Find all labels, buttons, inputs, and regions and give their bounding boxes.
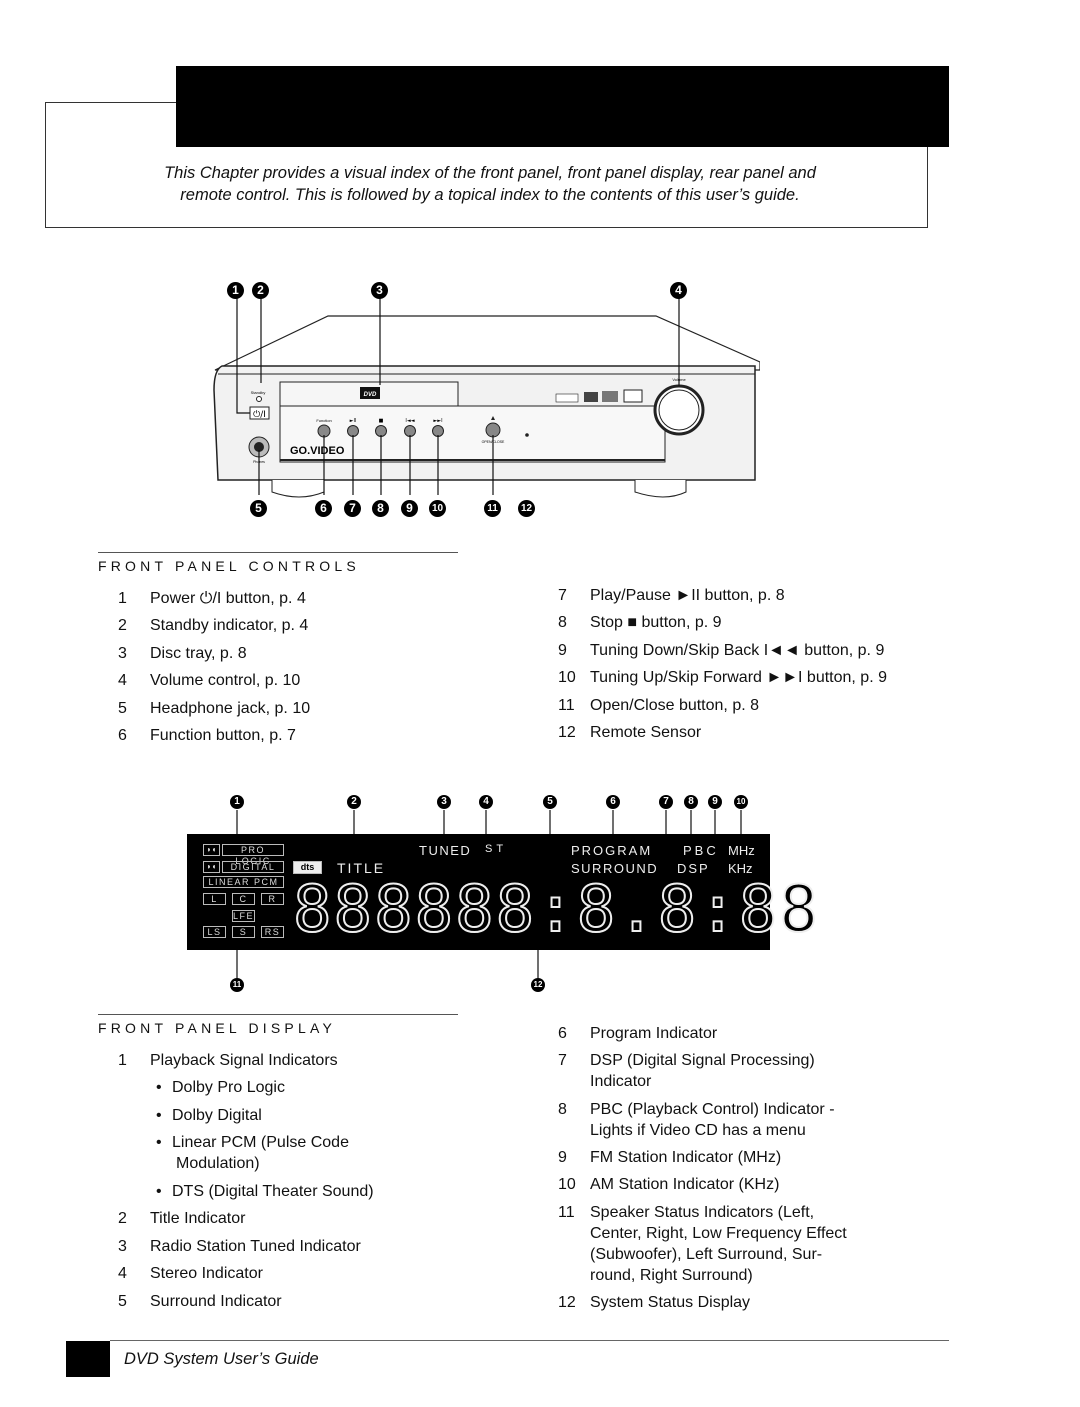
skip-back-icon: I◄◄ [405,418,414,424]
tuned-indicator: TUNED [419,843,472,858]
callout-10: 10 [429,500,446,517]
display-list-right: 6 Program Indicator 7 DSP (Digital Signal … [558,1025,847,1311]
callout-9: 9 [401,500,418,517]
callout-3: 3 [371,282,388,299]
play-pause-button[interactable] [347,425,359,437]
digital-indicator: DIGITAL [222,861,284,873]
callout-2: 2 [252,282,269,299]
linear-pcm-indicator: LINEAR PCM [203,876,284,888]
speaker-l: L [203,893,226,905]
unit-top [214,315,760,371]
power-icon: ⏻/I [253,409,266,420]
pbc-indicator: PBC [683,843,719,858]
callout-1: 1 [227,282,244,299]
front-panel-illustration: DVD Standby ⏻/I Phones Function ►II ■ I◄… [213,298,760,498]
callout-12: 12 [518,500,535,517]
mhz-indicator: MHz [728,843,755,858]
foot-right [634,480,687,498]
dts-logo [584,392,598,402]
foot-left [271,480,325,498]
standby-label: Standby [251,390,266,395]
callout-5: 5 [250,500,267,517]
footer-rule [110,1340,949,1341]
dolby-icon: ◗◖ [203,844,220,856]
dolby-icon: ◗◖ [203,861,220,873]
dolby-digital-logo [555,393,579,403]
intro-line-1: This Chapter provides a visual index of … [164,164,816,182]
callout-11: 11 [484,500,501,517]
skip-forward-icon: ►►I [433,418,442,424]
controls-rule [98,552,458,553]
remote-sensor [525,433,529,437]
open-close-button[interactable] [485,422,501,438]
speaker-rs: RS [261,926,284,938]
speaker-ls: LS [203,926,226,938]
callout-6: 6 [315,500,332,517]
chapter-intro: This Chapter provides a visual index of … [60,162,920,206]
speaker-lfe: LFE [232,910,255,922]
display-rule [98,1014,458,1015]
controls-heading: FRONT PANEL CONTROLS [98,558,360,574]
wr-logo [623,389,643,403]
stop-icon: ■ [379,418,384,424]
stereo-indicator: ST [485,843,508,855]
brand-logo: GO.VIDEO [290,445,345,457]
function-label: Function [316,418,331,423]
speaker-s: S [232,926,255,938]
intro-line-2: remote control. This is followed by a to… [180,186,800,204]
speaker-r: R [261,893,284,905]
controls-list-right: 7 Play/Pause ►II button, p. 8 8 Stop ■ but… [558,587,887,741]
speaker-c: C [232,893,255,905]
display-list-left: 1 Playback Signal Indicators • Dolby Pro L… [118,1052,374,1310]
system-status-display: 888888:8.8:88 [292,872,820,948]
compact-disc-logo [602,391,618,402]
callout-8: 8 [372,500,389,517]
front-panel-display: ◗◖ PRO LOGIC ◗◖ DIGITAL LINEAR PCM L C R… [187,834,819,950]
display-heading: FRONT PANEL DISPLAY [98,1020,336,1036]
footer-title: DVD System User’s Guide [124,1350,319,1368]
controls-list-left: 1 Power ⏻/I button, p. 4 2 Standby indicat… [118,590,311,744]
dvd-logo-text: DVD [364,392,377,398]
chapter-title-bar [176,66,949,147]
skip-back-button[interactable] [404,425,416,437]
stop-button[interactable] [375,425,387,437]
play-pause-icon: ►II [350,418,357,424]
callout-7: 7 [344,500,361,517]
callout-4: 4 [670,282,687,299]
standby-indicator [256,396,262,402]
program-indicator: PROGRAM [571,843,653,858]
pro-logic-indicator: PRO LOGIC [222,844,284,866]
page-number-block [66,1341,110,1377]
skip-forward-button[interactable] [432,425,444,437]
